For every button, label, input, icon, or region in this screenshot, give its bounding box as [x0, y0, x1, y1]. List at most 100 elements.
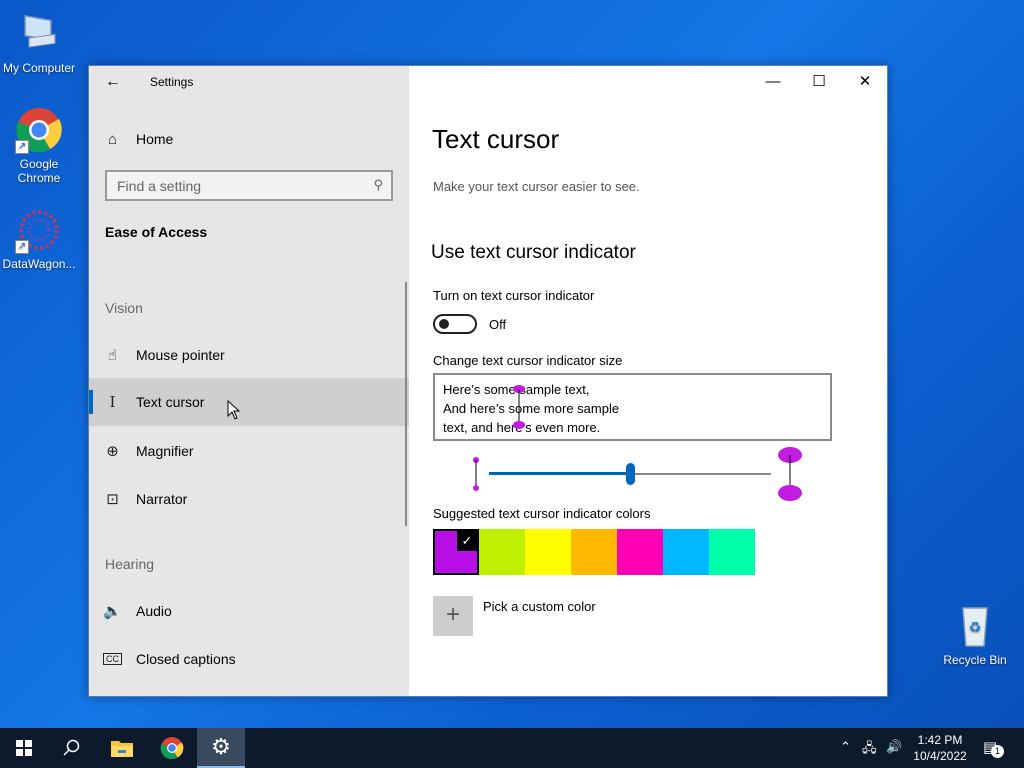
nav-group-hearing: Hearing: [105, 556, 155, 572]
section-title: Use text cursor indicator: [431, 242, 636, 263]
sample-text-preview: Here’s some sample text, And here’s some…: [433, 373, 832, 441]
computer-icon: [15, 10, 63, 58]
large-size-icon: [778, 447, 802, 501]
colors-label: Suggested text cursor indicator colors: [433, 506, 651, 521]
nav-item-label: Home: [136, 131, 174, 147]
nav-item-narrator[interactable]: ⊡ Narrator: [89, 475, 409, 523]
color-swatch[interactable]: [663, 529, 709, 575]
color-swatch[interactable]: ✓: [433, 529, 479, 575]
toggle-label: Turn on text cursor indicator: [433, 288, 595, 303]
nav-item-text-cursor[interactable]: I Text cursor: [89, 378, 409, 426]
nav-item-magnifier[interactable]: ⊕ Magnifier: [89, 427, 409, 475]
content-pane: — ☐ ✕ Text cursor Make your text cursor …: [409, 66, 887, 696]
nav-item-label: Audio: [136, 603, 172, 619]
speaker-icon: 🔈: [103, 603, 122, 620]
windows-logo-icon: [16, 740, 32, 756]
page-description: Make your text cursor easier to see.: [433, 179, 640, 194]
search-icon: [63, 739, 80, 756]
notification-count: 1: [991, 745, 1004, 758]
chrome-icon: [160, 737, 184, 760]
narrator-icon: ⊡: [106, 491, 119, 508]
clock[interactable]: 1:42 PM 10/4/2022: [908, 732, 972, 764]
file-explorer-button[interactable]: [98, 728, 146, 768]
sample-line: text, and here’s even more.: [443, 420, 601, 435]
mouse-pointer-icon: ☝: [107, 347, 118, 364]
desktop-icon-label: My Computer: [2, 61, 76, 75]
mouse-cursor-icon: [227, 400, 241, 420]
cursor-indicator-preview-icon: [513, 385, 525, 429]
custom-color-label[interactable]: Pick a custom color: [483, 599, 596, 614]
network-icon[interactable]: 🖧: [862, 739, 877, 761]
desktop-icon-my-computer[interactable]: My Computer: [0, 10, 78, 75]
indicator-toggle[interactable]: [433, 314, 477, 334]
clock-date: 10/4/2022: [913, 749, 967, 763]
nav-item-label: Text cursor: [136, 394, 205, 410]
sample-line: Here’s some sample text,: [443, 382, 590, 397]
shortcut-arrow-icon: ↗: [15, 240, 29, 254]
magnifier-icon: ⊕: [106, 443, 119, 460]
desktop-icon-label: Recycle Bin: [943, 653, 1007, 667]
shortcut-arrow-icon: ↗: [15, 140, 29, 154]
title-bar: ← Settings: [89, 66, 409, 98]
taskbar: ⚙ ⌃ 🖧 🔊 1:42 PM 10/4/2022 ▤ 1: [0, 728, 1024, 768]
toggle-knob: [439, 319, 449, 329]
color-swatches: ✓: [433, 529, 755, 575]
color-swatch[interactable]: [617, 529, 663, 575]
nav-item-home[interactable]: ⌂ Home: [89, 115, 409, 163]
nav-item-audio[interactable]: 🔈 Audio: [89, 587, 409, 635]
search-button[interactable]: [48, 728, 96, 768]
svg-text:♻: ♻: [969, 620, 982, 636]
nav-item-closed-captions[interactable]: CC Closed captions: [89, 635, 409, 683]
plus-icon: +: [445, 601, 460, 628]
app-title: Settings: [150, 75, 194, 89]
custom-color-button[interactable]: +: [433, 596, 473, 636]
sample-line: And here’s some more sample: [443, 401, 620, 416]
navigation-pane: ← Settings ⌂ Home Find a setting ⚲ Ease …: [89, 66, 409, 696]
toggle-state: Off: [489, 317, 507, 332]
datawagon-icon: ↗: [15, 206, 63, 254]
back-arrow-icon[interactable]: ←: [105, 73, 121, 91]
checkmark-icon: ✓: [457, 531, 477, 551]
size-slider-fill: [489, 472, 630, 475]
search-icon: ⚲: [373, 177, 383, 192]
color-swatch[interactable]: [709, 529, 755, 575]
nav-item-mouse-pointer[interactable]: ☝ Mouse pointer: [89, 331, 409, 379]
maximize-button[interactable]: ☐: [796, 66, 842, 98]
desktop-icon-recycle-bin[interactable]: ♻ Recycle Bin: [936, 602, 1014, 667]
text-cursor-icon: I: [109, 393, 116, 411]
size-slider-thumb[interactable]: [626, 463, 635, 485]
search-input[interactable]: Find a setting ⚲: [105, 170, 393, 201]
nav-section-heading: Ease of Access: [105, 224, 208, 240]
desktop-icon-datawagon[interactable]: ↗ DataWagon...: [0, 206, 78, 271]
start-button[interactable]: [0, 728, 48, 768]
action-center-button[interactable]: ▤ 1: [980, 736, 1004, 760]
chevron-up-icon[interactable]: ⌃: [840, 739, 851, 755]
nav-item-label: Narrator: [136, 491, 188, 507]
chrome-icon: ↗: [15, 106, 63, 154]
desktop-icon-label: Google Chrome: [17, 157, 61, 185]
nav-item-label: Closed captions: [136, 651, 236, 667]
color-swatch[interactable]: [479, 529, 525, 575]
minimize-button[interactable]: —: [750, 66, 796, 98]
color-swatch[interactable]: [525, 529, 571, 575]
search-placeholder: Find a setting: [117, 177, 202, 194]
nav-item-label: Magnifier: [136, 443, 194, 459]
home-icon: ⌂: [107, 130, 118, 148]
color-swatch[interactable]: [571, 529, 617, 575]
chrome-taskbar-button[interactable]: [148, 728, 196, 768]
volume-icon[interactable]: 🔊: [886, 739, 902, 755]
folder-icon: [111, 741, 133, 757]
nav-scrollbar[interactable]: [405, 282, 407, 526]
close-button[interactable]: ✕: [842, 66, 888, 98]
size-label: Change text cursor indicator size: [433, 353, 623, 368]
page-title: Text cursor: [432, 124, 560, 154]
small-size-icon: [473, 457, 479, 491]
settings-taskbar-button[interactable]: ⚙: [197, 728, 245, 768]
nav-item-label: Mouse pointer: [136, 347, 225, 363]
cc-icon: CC: [89, 653, 136, 665]
gear-icon: ⚙: [211, 734, 231, 759]
clock-time: 1:42 PM: [917, 733, 963, 747]
recycle-bin-icon: ♻: [951, 602, 999, 650]
settings-window: ← Settings ⌂ Home Find a setting ⚲ Ease …: [88, 65, 888, 697]
desktop-icon-google-chrome[interactable]: ↗ Google Chrome: [0, 106, 78, 185]
